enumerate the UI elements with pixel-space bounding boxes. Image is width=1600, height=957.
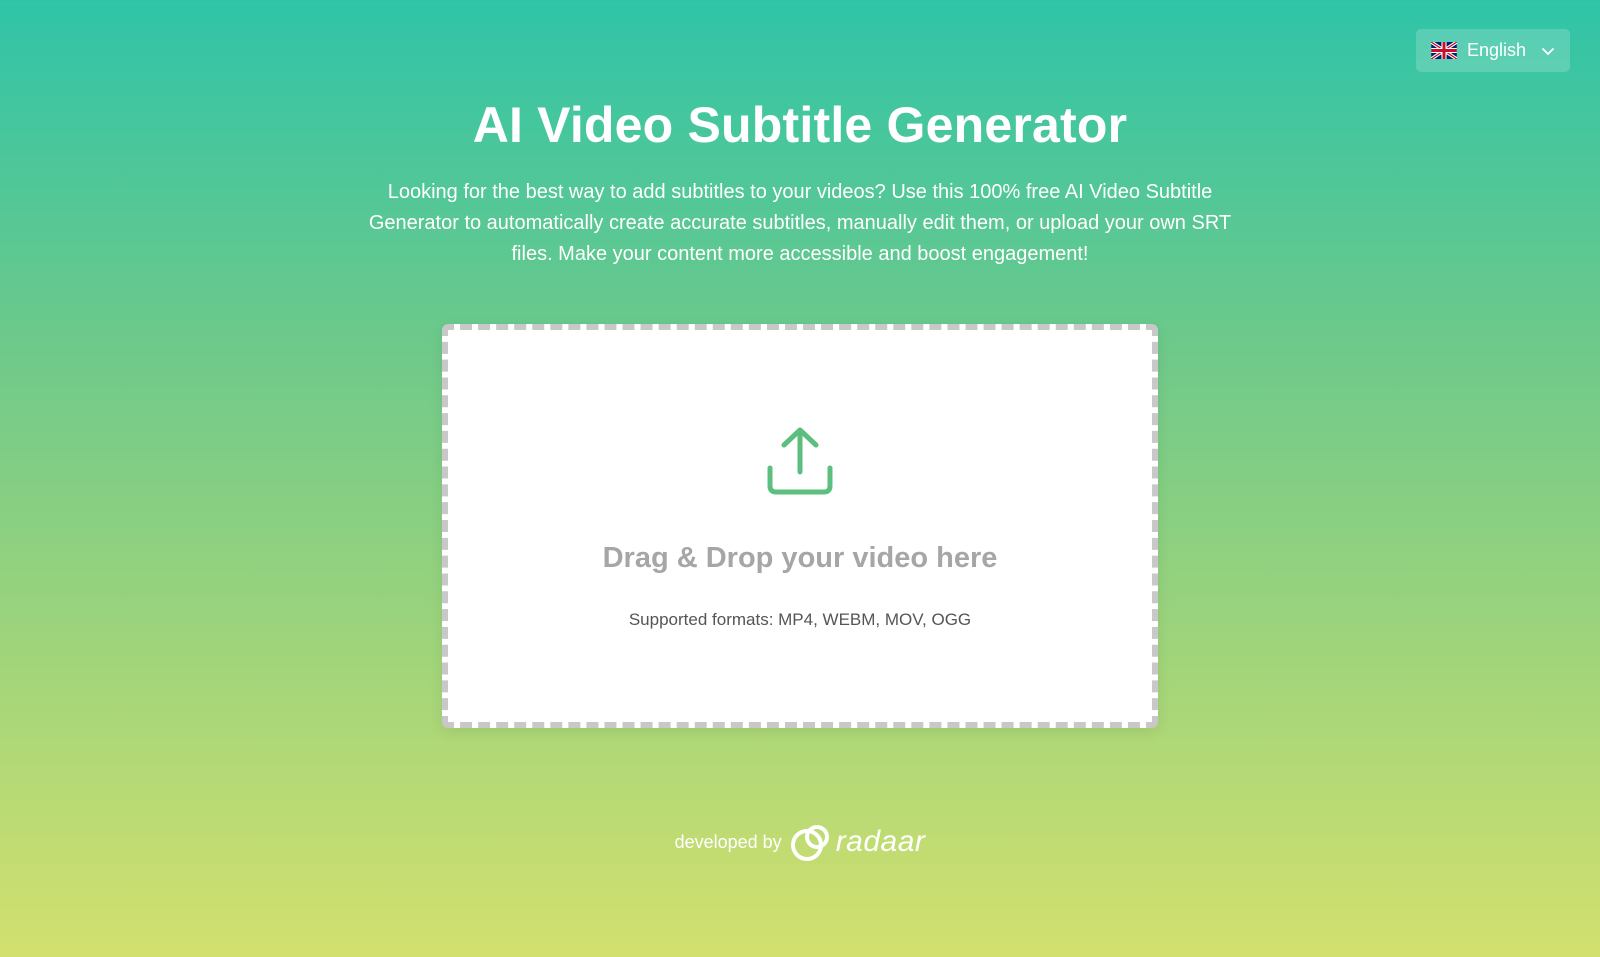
uk-flag-icon — [1431, 42, 1457, 59]
radaar-logo-icon — [790, 820, 834, 864]
developed-by-label: developed by — [674, 831, 782, 852]
radaar-brand-name: radaar — [835, 825, 926, 858]
video-dropzone[interactable]: Drag & Drop your video here Supported fo… — [442, 324, 1158, 728]
page-title: AI Video Subtitle Generator — [472, 97, 1128, 153]
footer: developed by radaar — [0, 820, 1600, 864]
language-label: English — [1467, 40, 1527, 60]
upload-icon — [448, 424, 1152, 496]
language-selector[interactable]: English — [1416, 29, 1570, 72]
supported-formats: Supported formats: MP4, WEBM, MOV, OGG — [628, 610, 972, 629]
radaar-logo-link[interactable]: radaar — [790, 820, 926, 864]
chevron-down-icon — [1541, 44, 1555, 58]
drop-title: Drag & Drop your video here — [602, 542, 998, 574]
page-description: Looking for the best way to add subtitle… — [368, 181, 1232, 265]
